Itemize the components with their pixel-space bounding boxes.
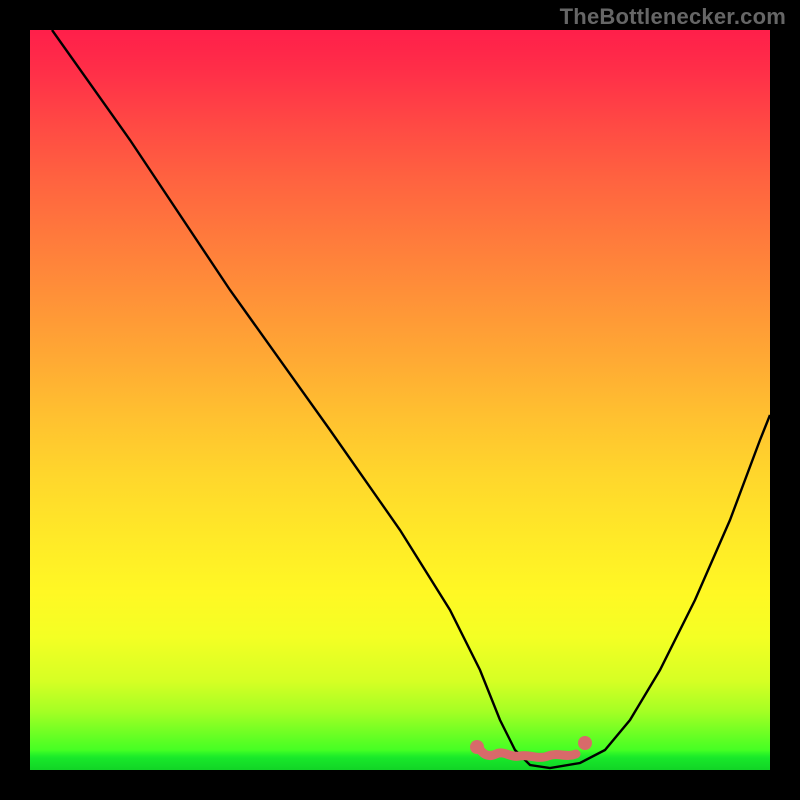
watermark-text: TheBottlenecker.com — [560, 4, 786, 30]
chart-area — [30, 30, 770, 770]
min-marker-right — [578, 736, 592, 750]
minimum-highlight — [30, 30, 770, 770]
min-marker-left — [470, 740, 484, 754]
